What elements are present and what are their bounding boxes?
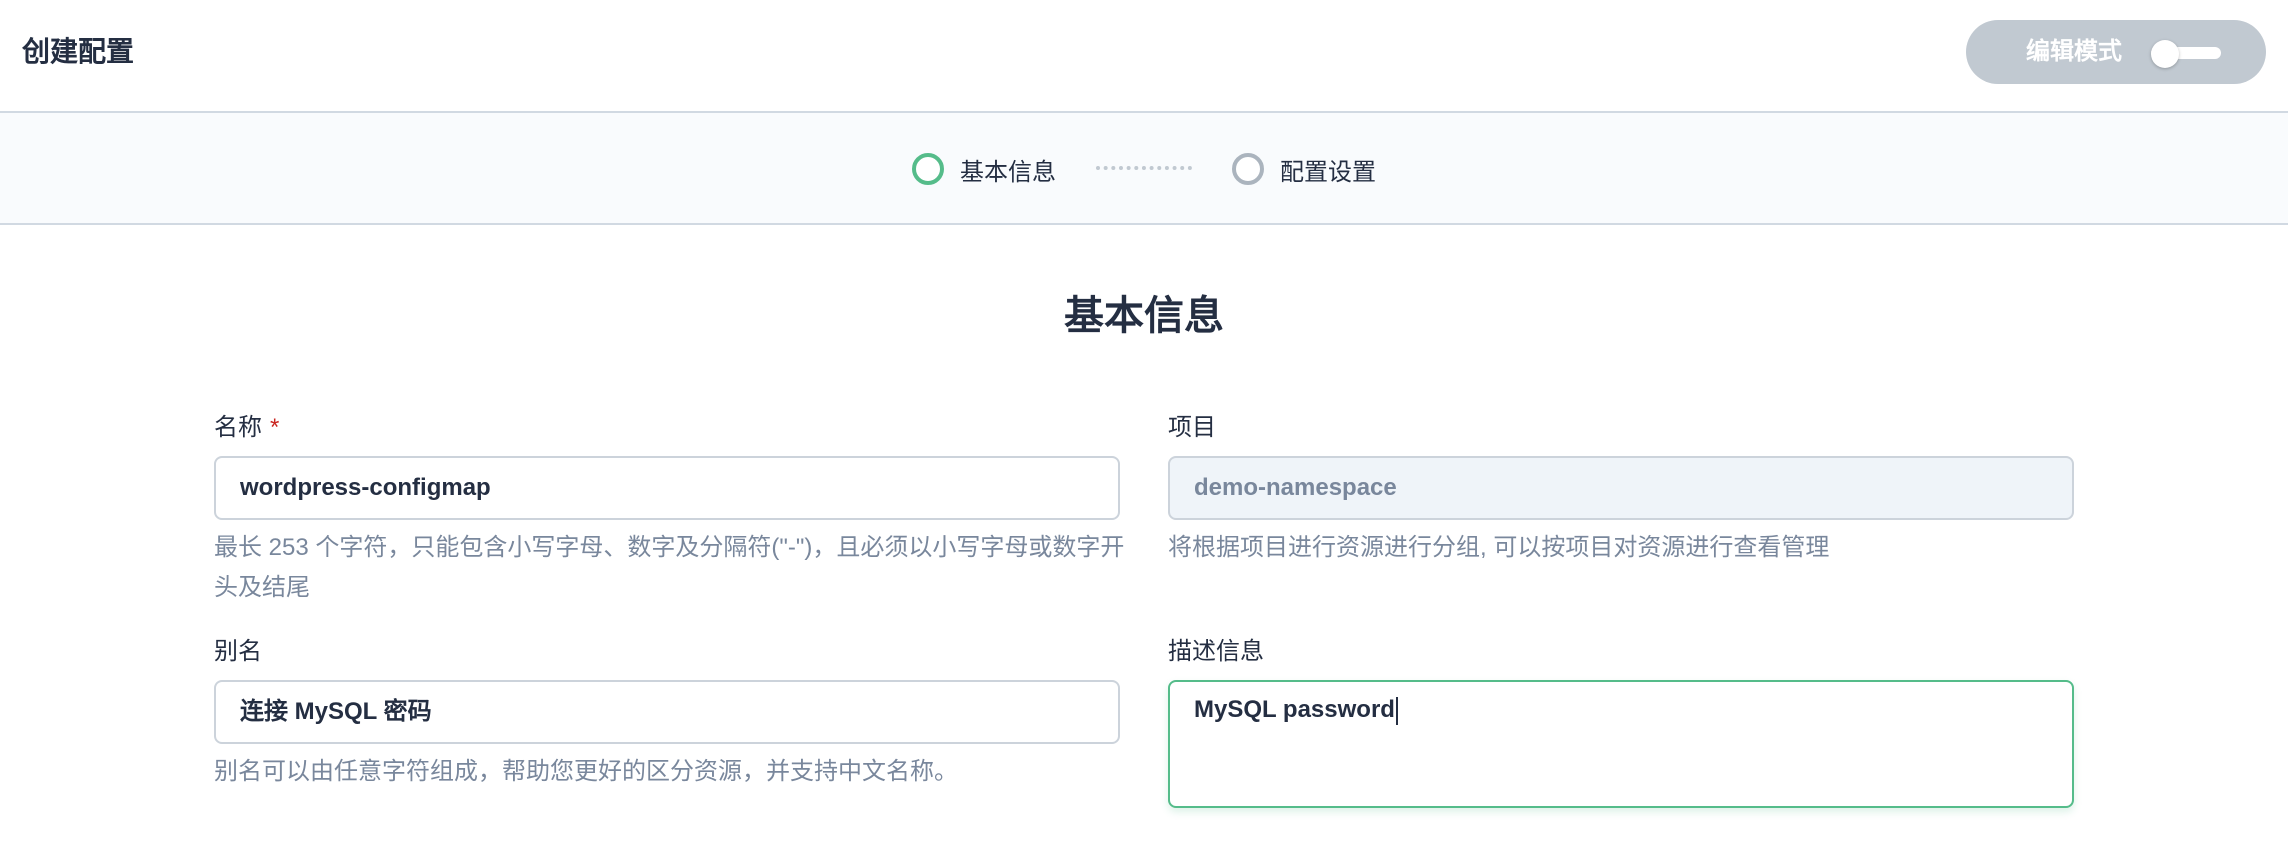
project-help-text: 将根据项目进行资源进行分组, 可以按项目对资源进行查看管理	[1168, 534, 1830, 561]
name-input[interactable]: wordpress-configmap	[214, 456, 1120, 520]
step-basic-info[interactable]: 基本信息	[912, 149, 1056, 189]
description-value: MySQL password	[1194, 696, 1395, 723]
step-label: 基本信息	[960, 158, 1056, 186]
edit-mode-toggle-button[interactable]: 编辑模式	[1966, 20, 2266, 84]
project-label: 项目	[1168, 414, 1216, 441]
edit-mode-label: 编辑模式	[2026, 38, 2122, 65]
step-inactive-circle-icon	[1232, 153, 1264, 185]
step-connector	[1096, 166, 1192, 170]
required-mark: *	[270, 414, 280, 441]
project-input: demo-namespace	[1168, 456, 2074, 520]
section-title: 基本信息	[1064, 294, 1224, 338]
name-label-text: 名称	[214, 414, 262, 441]
step-label: 配置设置	[1280, 158, 1376, 186]
page-header: 创建配置 编辑模式	[0, 0, 2288, 113]
step-config-settings[interactable]: 配置设置	[1232, 149, 1376, 189]
name-help-text: 最长 253 个字符，只能包含小写字母、数字及分隔符("-")，且必须以小写字母…	[214, 534, 1125, 601]
description-textarea[interactable]: MySQL password	[1168, 680, 2074, 808]
page-title: 创建配置	[22, 36, 135, 67]
alias-input-value: 连接 MySQL 密码	[240, 698, 432, 725]
toggle-switch[interactable]	[2151, 40, 2221, 68]
toggle-knob	[2151, 40, 2179, 68]
name-label: 名称 *	[214, 412, 279, 444]
text-caret	[1395, 696, 1398, 725]
alias-help-text: 别名可以由任意字符组成，帮助您更好的区分资源，并支持中文名称。	[214, 758, 958, 785]
description-label: 描述信息	[1168, 638, 1264, 665]
alias-label: 别名	[214, 638, 262, 665]
alias-input[interactable]: 连接 MySQL 密码	[214, 680, 1120, 744]
step-active-circle-icon	[912, 153, 944, 185]
name-input-value: wordpress-configmap	[240, 474, 491, 501]
project-input-value: demo-namespace	[1194, 474, 1397, 501]
